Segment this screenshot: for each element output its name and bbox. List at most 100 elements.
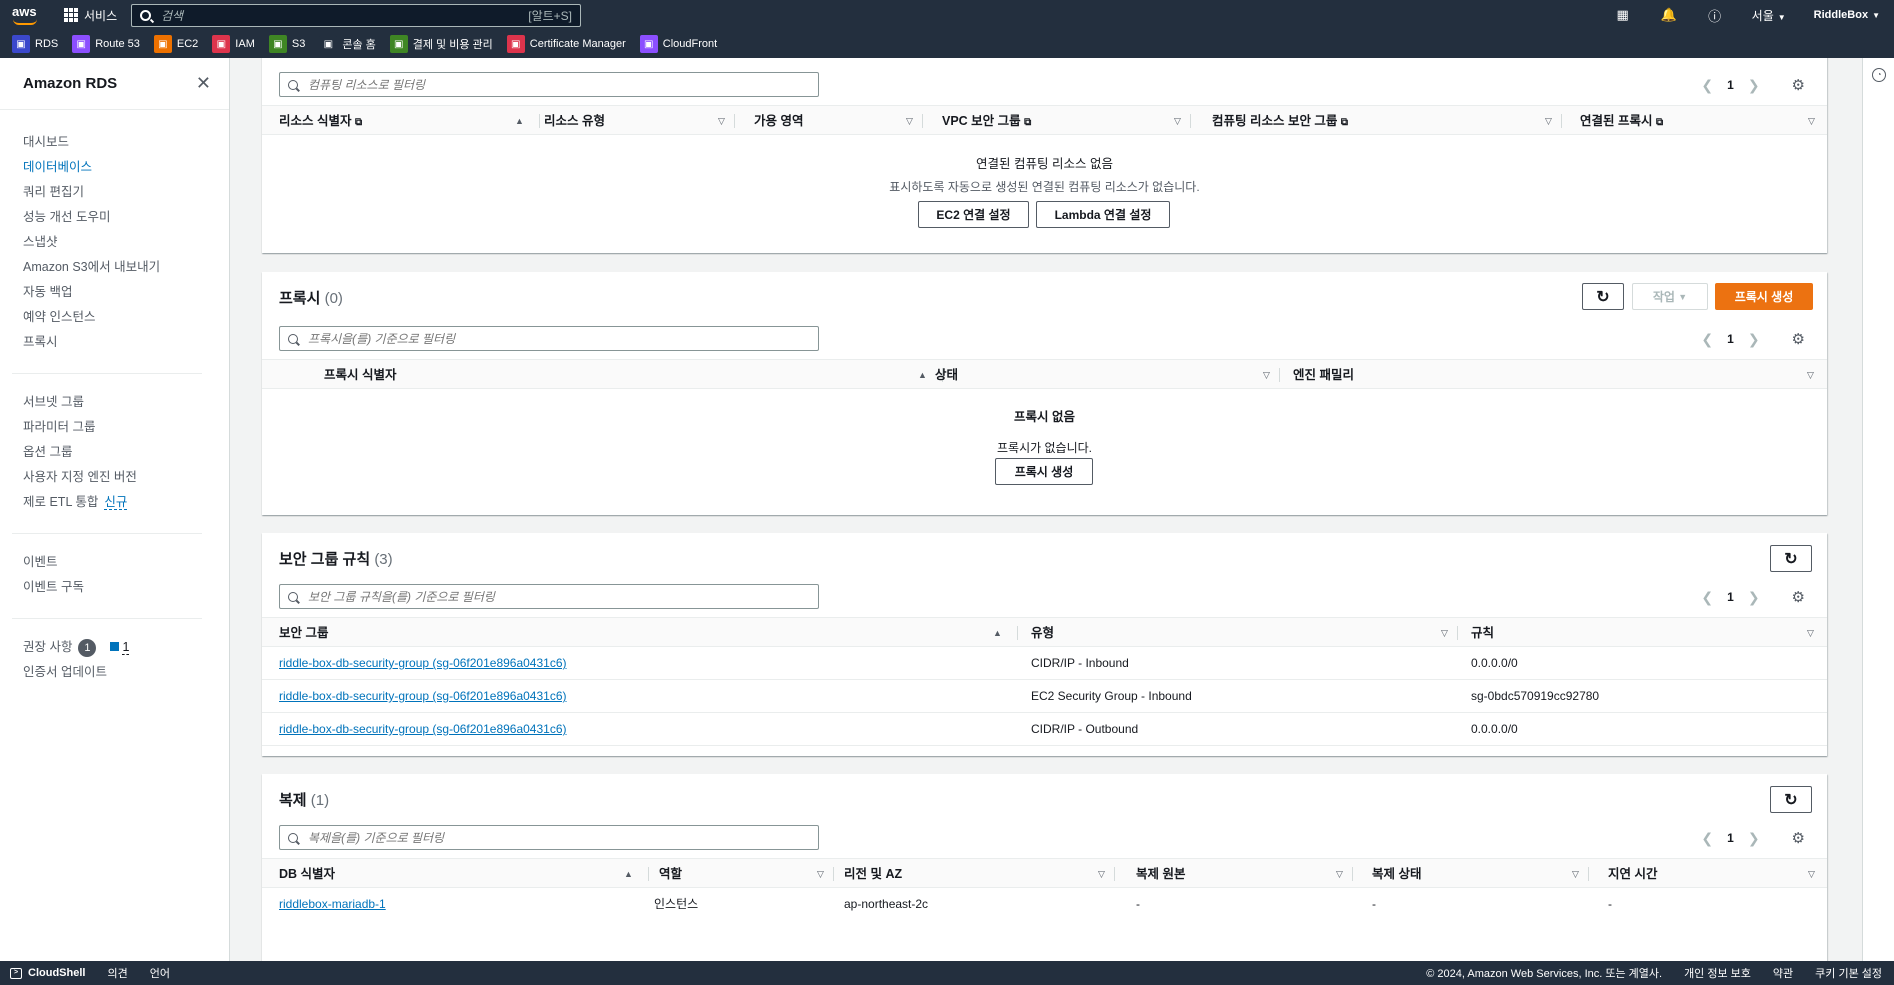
col-status[interactable]: 상태 ▽ [935, 360, 1280, 390]
gear-icon[interactable]: ⚙ [1792, 330, 1805, 348]
services-menu-button[interactable]: 서비스 [64, 7, 117, 24]
create-proxy-button[interactable]: 프록시 생성 [1715, 283, 1813, 310]
col-proxy-id[interactable]: 프록시 식별자 ▲ [324, 360, 943, 390]
favorite-rds[interactable]: ▣ RDS [12, 35, 58, 53]
search-input[interactable] [161, 8, 529, 23]
replication-filter-field[interactable] [279, 825, 819, 850]
sidebar-item-g1-0[interactable]: 대시보드 [23, 130, 229, 155]
proxy-filter-field[interactable] [279, 326, 819, 351]
region-selector[interactable]: 서울 ▼ [1752, 7, 1786, 24]
col-vpc-sg[interactable]: VPC 보안 그룹 ⧉ ▽ [942, 106, 1191, 136]
sidebar-item-cert-update[interactable]: 인증서 업데이트 [23, 660, 229, 685]
chevron-left-icon[interactable]: ❮ [1701, 589, 1713, 606]
favorite-console-home[interactable]: ▣ 콘솔 홈 [319, 35, 376, 53]
language-link[interactable]: 언어 [150, 965, 170, 981]
col-type[interactable]: 유형 ▽ [1031, 618, 1458, 648]
col-role[interactable]: 역할 ▽ [659, 859, 834, 889]
favorite-cloudfront[interactable]: ▣ CloudFront [639, 35, 717, 53]
sidebar-item-g2-1[interactable]: 파라미터 그룹 [23, 415, 229, 440]
close-icon[interactable]: ✕ [196, 73, 211, 94]
col-engine-family[interactable]: 엔진 패밀리 ▽ [1293, 360, 1814, 390]
sg-rules-filter-field[interactable] [279, 584, 819, 609]
help-icon[interactable]: ⓘ [1700, 0, 1730, 30]
favorite-s3[interactable]: ▣ S3 [268, 35, 305, 53]
cloudshell-button[interactable]: > CloudShell [10, 967, 85, 979]
col-connected-proxy[interactable]: 연결된 프록시 ⧉ ▽ [1580, 106, 1815, 136]
sidebar-item-g1-4[interactable]: 스냅샷 [23, 230, 229, 255]
chevron-right-icon[interactable]: ❯ [1748, 830, 1760, 847]
gear-icon[interactable]: ⚙ [1792, 588, 1805, 606]
account-menu[interactable]: RiddleBox ▼ [1814, 9, 1880, 21]
refresh-button[interactable]: ↻ [1770, 786, 1812, 813]
col-replication-status[interactable]: 복제 상태 ▽ [1372, 859, 1589, 889]
favorite-iam[interactable]: ▣ IAM [212, 35, 255, 53]
actions-dropdown[interactable]: 작업 ▼ [1632, 283, 1708, 310]
col-lag[interactable]: 지연 시간 ▽ [1608, 859, 1815, 889]
chevron-right-icon[interactable]: ❯ [1748, 331, 1760, 348]
col-db-identifier[interactable]: DB 식별자 ▲ [279, 859, 649, 889]
compute-filter-input[interactable] [308, 77, 808, 92]
favorite-acm[interactable]: ▣ Certificate Manager [506, 35, 626, 53]
sidebar-item-g3-0[interactable]: 이벤트 [23, 550, 229, 575]
col-compute-sg[interactable]: 컴퓨팅 리소스 보안 그룹 ⧉ ▽ [1212, 106, 1562, 136]
privacy-link[interactable]: 개인 정보 보호 [1684, 965, 1751, 981]
sidebar-item-g2-4[interactable]: 제로 ETL 통합 신규 [23, 490, 229, 515]
sidebar-item-g1-7[interactable]: 예약 인스턴스 [23, 305, 229, 330]
sidebar-item-g1-6[interactable]: 자동 백업 [23, 280, 229, 305]
chevron-left-icon[interactable]: ❮ [1701, 331, 1713, 348]
col-resource-id[interactable]: 리소스 식별자 ⧉ ▲ [279, 106, 540, 136]
lambda-connect-button[interactable]: Lambda 연결 설정 [1036, 201, 1170, 228]
empty-title: 프록시 없음 [1014, 410, 1075, 424]
col-region-az[interactable]: 리전 및 AZ ▽ [844, 859, 1115, 889]
compute-filter-field[interactable] [279, 72, 819, 97]
terms-link[interactable]: 약관 [1773, 965, 1793, 981]
sidebar-item-g3-1[interactable]: 이벤트 구독 [23, 575, 229, 600]
db-identifier-link[interactable]: riddlebox-mariadb-1 [279, 888, 386, 921]
chevron-right-icon[interactable]: ❯ [1748, 77, 1760, 94]
global-search[interactable]: [알트+S] [131, 4, 581, 27]
sidebar-item-g1-3[interactable]: 성능 개선 도우미 [23, 205, 229, 230]
sidebar-item-recommendations[interactable]: 권장 사항 1 1 [23, 635, 229, 660]
compute-resources-panel: ❮ 1 ❯ ⚙ 리소스 식별자 ⧉ ▲ 리소스 유형 ▽ 가용 영역 ▽ VPC 보안… [262, 58, 1827, 253]
create-proxy-empty-button[interactable]: 프록시 생성 [995, 458, 1093, 485]
gear-icon[interactable]: ⚙ [1792, 76, 1805, 94]
gear-icon[interactable]: ⚙ [1792, 829, 1805, 847]
page-number[interactable]: 1 [1727, 831, 1734, 845]
feedback-link[interactable]: 의견 [107, 965, 127, 981]
proxy-filter-input[interactable] [308, 331, 808, 346]
col-security-group[interactable]: 보안 그룹 ▲ [279, 618, 1018, 648]
favorite-ec2[interactable]: ▣ EC2 [153, 35, 198, 53]
sidebar-item-g2-0[interactable]: 서브넷 그룹 [23, 390, 229, 415]
info-panel-icon[interactable]: ◔ [1872, 68, 1886, 82]
refresh-button[interactable]: ↻ [1770, 545, 1812, 572]
col-resource-type[interactable]: 리소스 유형 ▽ [544, 106, 735, 136]
ec2-connect-button[interactable]: EC2 연결 설정 [918, 201, 1029, 228]
favorite-route53[interactable]: ▣ Route 53 [72, 35, 140, 53]
security-group-link[interactable]: riddle-box-db-security-group (sg-06f201e… [279, 680, 567, 713]
aws-logo[interactable]: aws [12, 5, 40, 25]
sidebar-item-g1-2[interactable]: 쿼리 편집기 [23, 180, 229, 205]
sidebar-item-g2-3[interactable]: 사용자 지정 엔진 버전 [23, 465, 229, 490]
col-replication-source[interactable]: 복제 원본 ▽ [1136, 859, 1353, 889]
page-number[interactable]: 1 [1727, 590, 1734, 604]
sg-rules-filter-input[interactable] [308, 589, 808, 604]
sidebar-item-g2-2[interactable]: 옵션 그룹 [23, 440, 229, 465]
favorite-billing[interactable]: ▣ 결제 및 비용 관리 [389, 35, 493, 53]
cloudshell-icon[interactable]: ▦ [1608, 0, 1638, 30]
sidebar-item-g1-5[interactable]: Amazon S3에서 내보내기 [23, 255, 229, 280]
sidebar-item-g1-8[interactable]: 프록시 [23, 330, 229, 355]
chevron-left-icon[interactable]: ❮ [1701, 830, 1713, 847]
col-availability-zone[interactable]: 가용 영역 ▽ [754, 106, 923, 136]
cookie-preferences-link[interactable]: 쿠키 기본 설정 [1815, 965, 1882, 981]
col-rule[interactable]: 규칙 ▽ [1471, 618, 1814, 648]
refresh-button[interactable]: ↻ [1582, 283, 1624, 310]
page-number[interactable]: 1 [1727, 78, 1734, 92]
sidebar-item-g1-1[interactable]: 데이터베이스 [23, 155, 229, 180]
chevron-right-icon[interactable]: ❯ [1748, 589, 1760, 606]
security-group-link[interactable]: riddle-box-db-security-group (sg-06f201e… [279, 713, 567, 746]
chevron-left-icon[interactable]: ❮ [1701, 77, 1713, 94]
bell-icon[interactable]: 🔔 [1654, 0, 1684, 30]
replication-filter-input[interactable] [308, 830, 808, 845]
security-group-link[interactable]: riddle-box-db-security-group (sg-06f201e… [279, 647, 567, 680]
page-number[interactable]: 1 [1727, 332, 1734, 346]
